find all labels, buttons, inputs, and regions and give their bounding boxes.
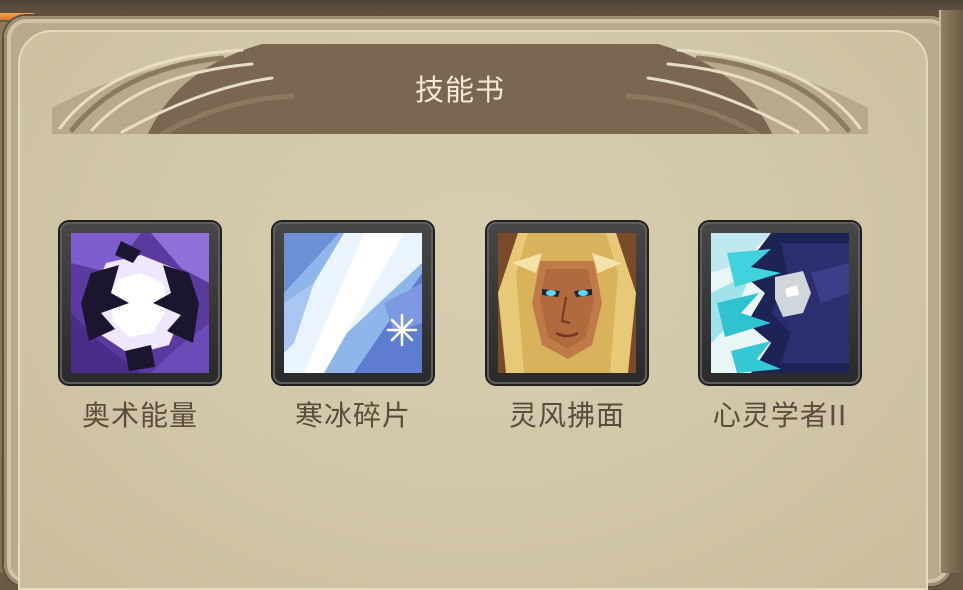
arcane-energy-icon [71, 233, 209, 373]
mind-scholar-icon [711, 233, 849, 373]
game-window: 技能书 奥术能量 寒冰碎片 灵风拂面 心灵学者II [0, 0, 963, 590]
skill-slot-arcane-energy[interactable]: 奥术能量 [60, 222, 220, 434]
skill-label: 灵风拂面 [508, 399, 625, 432]
skill-icon-frame [60, 222, 220, 384]
skill-slot-spirit-wind[interactable]: 灵风拂面 [487, 222, 647, 434]
panel-right-rail [939, 10, 963, 573]
skill-label: 寒冰碎片 [294, 399, 411, 432]
spirit-wind-icon [498, 233, 636, 373]
skill-slot-mind-scholar[interactable]: 心灵学者II [700, 222, 860, 434]
page-title: 技能书 [414, 73, 505, 107]
skill-icon-frame [700, 222, 860, 384]
skill-icon-frame [273, 222, 433, 384]
skill-label: 奥术能量 [81, 399, 198, 432]
skill-icon-frame [487, 222, 647, 384]
frost-shard-icon [284, 233, 422, 373]
skill-slot-frost-shard[interactable]: 寒冰碎片 [273, 222, 433, 434]
skill-label: 心灵学者II [712, 399, 848, 432]
